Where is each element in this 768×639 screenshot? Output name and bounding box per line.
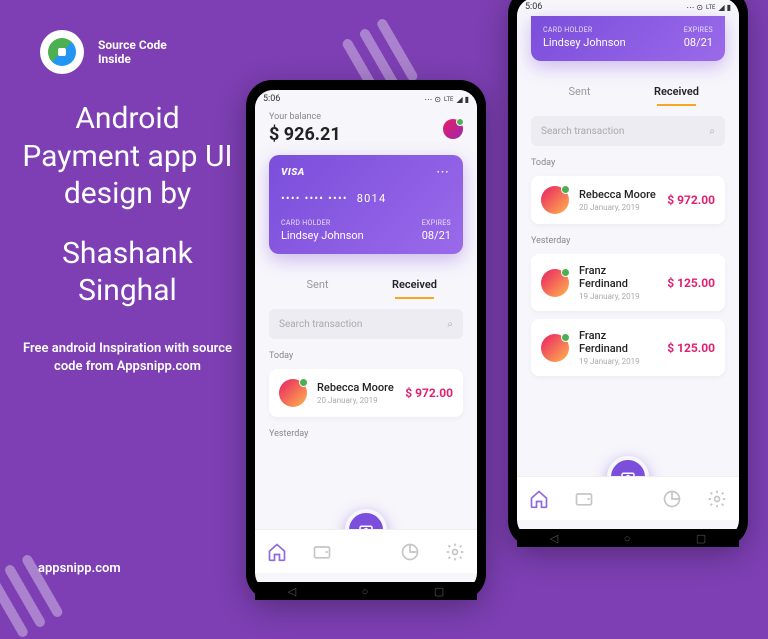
transaction-avatar bbox=[541, 186, 569, 214]
nav-stats-icon[interactable] bbox=[400, 542, 420, 562]
section-yesterday: Yesterday bbox=[531, 236, 725, 246]
phone-mock-left: 5:06 ⋯ ⊙ LTE ◢ ▮ Your balance $ 926.21 V… bbox=[246, 80, 486, 600]
transaction-name: Rebecca Moore bbox=[579, 188, 657, 201]
nav-settings-icon[interactable] bbox=[445, 542, 465, 562]
site-url: appsnipp.com bbox=[38, 561, 121, 576]
nav-wallet-icon[interactable] bbox=[574, 489, 594, 509]
tab-received[interactable]: Received bbox=[366, 270, 463, 299]
status-bar: 5:06 ⋯ ⊙ LTE ◢ ▮ bbox=[255, 90, 477, 108]
search-input[interactable]: Search transaction ⌕ bbox=[531, 116, 725, 146]
hw-buttons: ◁○▢ bbox=[255, 582, 477, 600]
transaction-name: Franz Ferdinand bbox=[579, 329, 657, 355]
transaction-avatar bbox=[541, 334, 569, 362]
hero: Android Payment app UI design by Shashan… bbox=[20, 100, 235, 376]
card-more-icon[interactable]: ⋯ bbox=[436, 171, 451, 175]
card-holder: Lindsey Johnson bbox=[281, 229, 364, 242]
transaction-row[interactable]: Rebecca Moore 20 January, 2019 $ 972.00 bbox=[531, 176, 725, 224]
bottom-nav bbox=[255, 529, 477, 573]
tab-sent[interactable]: Sent bbox=[531, 77, 628, 106]
section-today: Today bbox=[531, 158, 725, 168]
balance-row: Your balance $ 926.21 bbox=[269, 112, 463, 145]
search-icon: ⌕ bbox=[709, 126, 715, 137]
hero-title: Android Payment app UI design by bbox=[20, 100, 235, 213]
transaction-name: Rebecca Moore bbox=[317, 381, 395, 394]
tab-received[interactable]: Received bbox=[628, 77, 725, 106]
nav-wallet-icon[interactable] bbox=[312, 542, 332, 562]
card-number-masked: •••• •••• •••• bbox=[281, 192, 348, 205]
transaction-date: 20 January, 2019 bbox=[579, 203, 657, 212]
phone-mock-right: 5:06 ⋯ ⊙ LTE ◢ ▮ CARD HOLDER Lindsey Joh… bbox=[508, 0, 748, 547]
tab-sent[interactable]: Sent bbox=[269, 270, 366, 299]
card-expires-label: EXPIRES bbox=[684, 26, 713, 34]
nav-stats-icon[interactable] bbox=[662, 489, 682, 509]
hero-subtitle: Free android Inspiration with source cod… bbox=[20, 340, 235, 376]
balance-label: Your balance bbox=[269, 112, 341, 122]
bottom-nav bbox=[517, 476, 739, 520]
card-holder-label: CARD HOLDER bbox=[281, 219, 364, 227]
transaction-avatar bbox=[541, 269, 569, 297]
transaction-amount: $ 972.00 bbox=[405, 386, 453, 400]
card-holder: Lindsey Johnson bbox=[543, 36, 626, 49]
hw-buttons: ◁○▢ bbox=[517, 529, 739, 547]
status-bar: 5:06 ⋯ ⊙ LTE ◢ ▮ bbox=[517, 0, 739, 16]
credit-card[interactable]: VISA ⋯ •••• •••• •••• 8014 CARD HOLDER L… bbox=[269, 155, 463, 254]
transaction-row[interactable]: Franz Ferdinand 19 January, 2019 $ 125.0… bbox=[531, 254, 725, 311]
hero-author: Shashank Singhal bbox=[20, 235, 235, 310]
status-time: 5:06 bbox=[525, 2, 542, 12]
logo-area: Source Code Inside bbox=[40, 30, 167, 74]
search-placeholder: Search transaction bbox=[279, 319, 362, 330]
card-header[interactable]: CARD HOLDER Lindsey Johnson EXPIRES 08/2… bbox=[531, 16, 725, 61]
transaction-amount: $ 125.00 bbox=[667, 341, 715, 355]
android-studio-logo bbox=[40, 30, 84, 74]
nav-home-icon[interactable] bbox=[529, 489, 549, 509]
search-input[interactable]: Search transaction ⌕ bbox=[269, 309, 463, 339]
transaction-date: 20 January, 2019 bbox=[317, 396, 395, 405]
card-holder-label: CARD HOLDER bbox=[543, 26, 626, 34]
card-expires: 08/21 bbox=[684, 36, 713, 49]
transaction-amount: $ 972.00 bbox=[667, 193, 715, 207]
card-brand: VISA bbox=[281, 167, 305, 178]
status-icons: ⋯ ⊙ LTE ◢ ▮ bbox=[686, 3, 731, 12]
balance-value: $ 926.21 bbox=[269, 124, 341, 145]
transaction-name: Franz Ferdinand bbox=[579, 264, 657, 290]
nav-home-icon[interactable] bbox=[267, 542, 287, 562]
section-today: Today bbox=[269, 351, 463, 361]
transaction-amount: $ 125.00 bbox=[667, 276, 715, 290]
nav-settings-icon[interactable] bbox=[707, 489, 727, 509]
transaction-avatar bbox=[279, 379, 307, 407]
transaction-row[interactable]: Franz Ferdinand 19 January, 2019 $ 125.0… bbox=[531, 319, 725, 376]
logo-line2: Inside bbox=[98, 52, 167, 66]
card-expires-label: EXPIRES bbox=[422, 219, 451, 227]
logo-text: Source Code Inside bbox=[98, 38, 167, 66]
tabs: Sent Received bbox=[269, 270, 463, 299]
status-icons: ⋯ ⊙ LTE ◢ ▮ bbox=[424, 95, 469, 104]
status-time: 5:06 bbox=[263, 94, 280, 104]
transaction-date: 19 January, 2019 bbox=[579, 357, 657, 366]
card-number: •••• •••• •••• 8014 bbox=[281, 192, 451, 205]
section-yesterday: Yesterday bbox=[269, 429, 463, 439]
card-expires: 08/21 bbox=[422, 229, 451, 242]
logo-line1: Source Code bbox=[98, 38, 167, 52]
search-icon: ⌕ bbox=[447, 319, 453, 330]
search-placeholder: Search transaction bbox=[541, 126, 624, 137]
card-number-last: 8014 bbox=[357, 192, 387, 205]
profile-avatar[interactable] bbox=[443, 119, 463, 139]
transaction-date: 19 January, 2019 bbox=[579, 292, 657, 301]
tabs: Sent Received bbox=[531, 77, 725, 106]
transaction-row[interactable]: Rebecca Moore 20 January, 2019 $ 972.00 bbox=[269, 369, 463, 417]
